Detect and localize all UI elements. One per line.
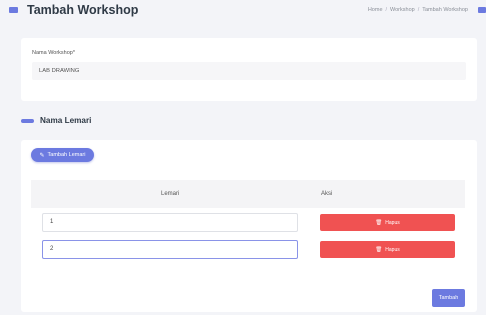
edit-icon: ✎	[39, 152, 45, 159]
lemari-card: ✎ Tambah Lemari Lemari Aksi 1 🗑 Hapus 2 …	[21, 140, 477, 312]
add-lemari-button[interactable]: ✎ Tambah Lemari	[31, 148, 94, 162]
lemari-input-1[interactable]: 1	[42, 213, 298, 232]
header-accent-left	[9, 7, 18, 13]
header-accent-right	[478, 7, 486, 13]
column-header-lemari: Lemari	[161, 191, 180, 197]
breadcrumb-separator: /	[417, 7, 420, 13]
breadcrumb-current: Tambah Workshop	[422, 7, 468, 13]
add-lemari-label: Tambah Lemari	[47, 152, 86, 158]
breadcrumb-separator: /	[385, 7, 388, 13]
delete-label: Hapus	[385, 246, 400, 253]
trash-icon: 🗑	[375, 219, 383, 226]
workshop-name-label: Nama Workshop*	[32, 50, 75, 56]
table-header: Lemari Aksi	[31, 180, 465, 208]
submit-button[interactable]: Tambah	[432, 289, 465, 307]
column-header-aksi: Aksi	[321, 191, 333, 197]
trash-icon: 🗑	[375, 246, 383, 253]
lemari-input-2[interactable]: 2	[42, 240, 298, 259]
breadcrumb: Home / Workshop / Tambah Workshop	[368, 7, 468, 13]
delete-label: Hapus	[385, 219, 400, 226]
section-indicator	[21, 119, 34, 123]
page-title: Tambah Workshop	[27, 3, 139, 17]
breadcrumb-workshop[interactable]: Workshop	[390, 7, 415, 13]
section-title: Nama Lemari	[40, 116, 92, 125]
delete-button-2[interactable]: 🗑 Hapus	[320, 241, 455, 258]
delete-button-1[interactable]: 🗑 Hapus	[320, 214, 455, 231]
workshop-form-card: Nama Workshop* LAB DRAWING	[21, 38, 477, 101]
breadcrumb-home[interactable]: Home	[368, 7, 383, 13]
workshop-name-input[interactable]: LAB DRAWING	[32, 62, 466, 80]
